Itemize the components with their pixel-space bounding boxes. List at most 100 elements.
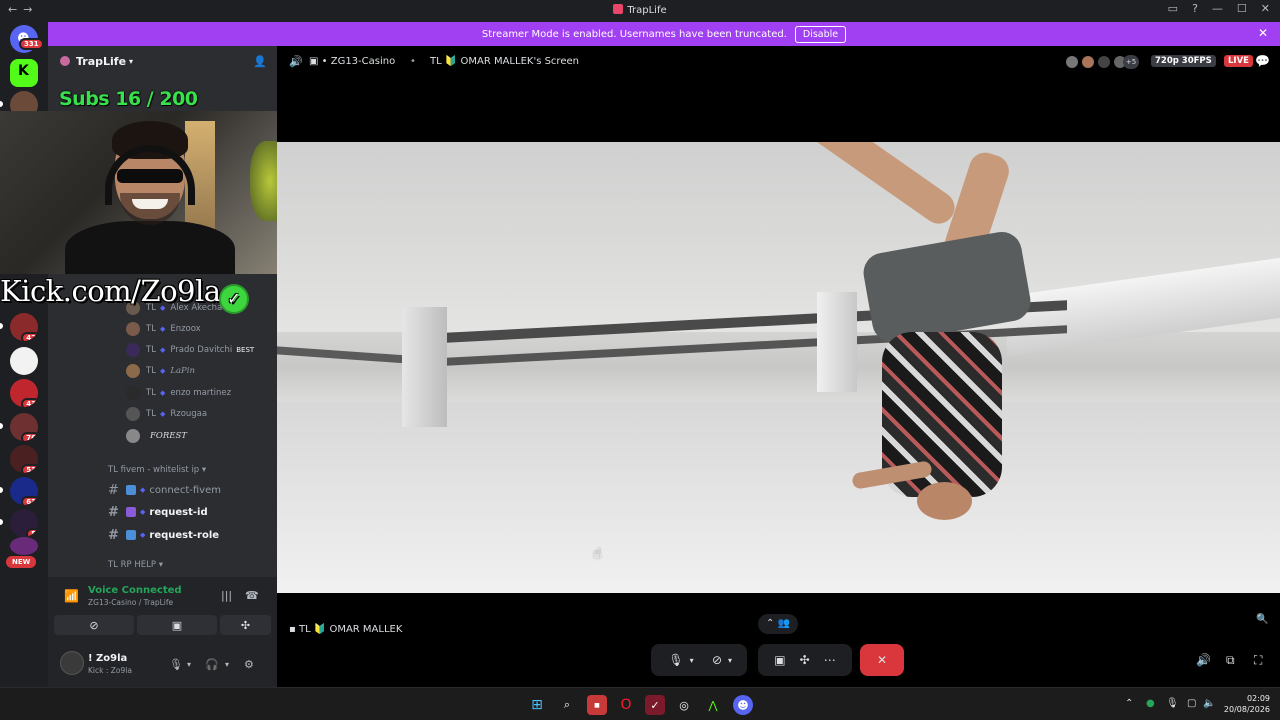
inbox-icon[interactable]: ▭ (1168, 2, 1178, 15)
microphone-icon: 🎙 (668, 653, 684, 667)
voice-user[interactable]: TL◆enzo martinez⧸ (126, 383, 305, 403)
search-icon[interactable]: ⌕ (557, 695, 577, 715)
diamond-icon: ◆ (140, 486, 146, 494)
discord-icon[interactable]: ☻ (733, 695, 753, 715)
voice-user[interactable]: TL◆Rzougaa⧸ ⋯ (126, 404, 317, 424)
category-rp-help[interactable]: TL RP HELP ▾ (108, 560, 163, 570)
diamond-icon: ◆ (159, 346, 166, 354)
chevron-up-icon[interactable]: ⌃ (1125, 698, 1133, 709)
voice-user[interactable]: TL◆Prado DavitchiBEST⧸ (126, 340, 305, 360)
app-icon[interactable]: ⋀ (703, 695, 723, 715)
volume-icon[interactable]: 🔈 (1203, 698, 1215, 709)
user-name: enzo martinez (170, 388, 232, 398)
avatar[interactable] (60, 651, 84, 675)
stream-video[interactable]: ☝ (277, 142, 1280, 593)
diamond-icon: ◆ (140, 531, 146, 539)
unread-indicator (0, 323, 3, 329)
server-traplife[interactable] (10, 347, 38, 375)
app-icon[interactable]: ✓ (645, 695, 665, 715)
signal-icon[interactable]: 📶 (64, 589, 79, 603)
channel-connect-fivem[interactable]: # ◆ connect-fivem (108, 480, 221, 500)
avatar (126, 343, 140, 357)
help-icon[interactable]: ? (1192, 2, 1198, 15)
activities-button[interactable]: ✣ (220, 615, 271, 635)
close-window-icon[interactable]: ✕ (1261, 2, 1270, 15)
server-icon[interactable] (10, 537, 38, 555)
user-name: LaPin (170, 366, 195, 376)
banner-close-icon[interactable]: ✕ (1258, 26, 1268, 40)
disable-button[interactable]: Disable (794, 25, 847, 43)
clock[interactable]: 02:09 20/08/2026 (1222, 693, 1270, 715)
share-controls[interactable]: ▣ ✣ ⋯ (758, 644, 852, 676)
live-badge: LIVE (1224, 55, 1253, 67)
avatar (126, 364, 140, 378)
server-icon[interactable]: 42 (10, 313, 38, 341)
voice-user[interactable]: TL ◆ LaPin (126, 361, 199, 381)
chevron-down-icon: ▾ (158, 560, 163, 570)
server-icon[interactable]: 43 (10, 379, 38, 407)
maximize-icon[interactable]: ☐ (1237, 2, 1247, 15)
stage-header: 🔊 ▣ • ZG13-Casino • TL 🔰 OMAR MALLEK's S… (277, 46, 1280, 78)
channel-name: request-id (149, 506, 208, 518)
screen-share-button[interactable]: ▣ (137, 615, 217, 635)
avatar (1065, 55, 1079, 69)
server-badge: 43 (21, 398, 38, 407)
server-kick[interactable]: K (10, 59, 38, 87)
fullscreen-icon[interactable]: ⛶ (1254, 653, 1262, 668)
app-icon (613, 4, 624, 14)
server-header[interactable]: TrapLife ▾ 👤 (48, 46, 277, 76)
app-icon[interactable]: ■ (587, 695, 607, 715)
user-tag: TL (146, 324, 156, 334)
channel-request-role[interactable]: # ◆ request-role (108, 525, 219, 545)
noise-suppression-icon[interactable]: ||| (221, 589, 232, 602)
popout-icon[interactable]: ⧉ (1226, 653, 1235, 668)
voice-user[interactable]: TL ◆ Enzoox (126, 319, 205, 339)
server-icon[interactable]: 76 (10, 413, 38, 441)
camera-off-button[interactable]: ⊘ (54, 615, 134, 635)
user-tag: TL (146, 366, 156, 376)
server-icon[interactable]: 53 (10, 445, 38, 473)
settings-gear-icon[interactable]: ⚙ (244, 658, 254, 671)
camera-control[interactable]: ⊘ ▾ (697, 644, 747, 676)
add-member-icon[interactable]: 👤 (253, 55, 267, 68)
minimize-icon[interactable]: — (1212, 2, 1223, 15)
category-fivem[interactable]: TL fivem - whitelist ip ▾ (108, 465, 206, 475)
volume-icon[interactable]: 🔊 (1196, 653, 1211, 667)
server-icon[interactable]: 5 (10, 509, 38, 537)
voice-status[interactable]: Voice Connected (88, 585, 182, 596)
disconnect-icon[interactable]: ☎ (245, 589, 259, 602)
chrome-icon[interactable]: ◎ (674, 695, 694, 715)
channel-emoji-icon (126, 530, 136, 540)
channel-name[interactable]: ▣ • ZG13-Casino (309, 56, 395, 67)
streamer-mode-banner: Streamer Mode is enabled. Usernames have… (48, 22, 1280, 46)
voice-location[interactable]: ZG13-Casino / TrapLife (88, 598, 173, 607)
video-pillar (817, 292, 857, 392)
user-panel: ! Zo9la Kick : Zo9la 🎙 ▾ 🎧 ▾ ⚙ (48, 641, 277, 687)
banner-text: Streamer Mode is enabled. Usernames have… (481, 28, 787, 40)
verified-check-icon: ✓ (220, 286, 247, 312)
chevron-down-icon[interactable]: ▾ (225, 660, 229, 669)
username[interactable]: ! Zo9la (88, 653, 127, 664)
voice-user[interactable]: FOREST (126, 426, 191, 446)
status-dot-icon[interactable]: ● (1146, 698, 1155, 709)
leave-call-button[interactable]: ✕ (860, 644, 904, 676)
viewer-count[interactable]: +5 (1123, 55, 1139, 69)
chat-icon[interactable]: 💬 (1255, 54, 1270, 68)
expand-up-button[interactable]: ⌃ 👥 (758, 614, 798, 634)
zoom-icon[interactable]: 🔍 (1256, 614, 1268, 625)
microphone-icon[interactable]: 🎙 (169, 658, 183, 671)
start-menu-icon[interactable]: ⊞ (527, 695, 547, 715)
new-badge: NEW (6, 556, 37, 568)
viewer-avatars[interactable] (1065, 55, 1129, 69)
channel-request-id[interactable]: # ◆ request-id (108, 502, 208, 522)
stream-stage: 🔊 ▣ • ZG13-Casino • TL 🔰 OMAR MALLEK's S… (277, 46, 1280, 687)
chevron-down-icon[interactable]: ▾ (187, 660, 191, 669)
microphone-icon[interactable]: 🎙 (1166, 698, 1179, 709)
smile-graphic (132, 199, 168, 209)
server-icon[interactable]: 63 (10, 477, 38, 505)
headphones-icon[interactable]: 🎧 (205, 658, 219, 671)
avatar (126, 429, 140, 443)
network-icon[interactable]: ▢ (1187, 698, 1196, 709)
server-badge: 63 (21, 496, 38, 505)
opera-icon[interactable]: O (616, 695, 636, 715)
